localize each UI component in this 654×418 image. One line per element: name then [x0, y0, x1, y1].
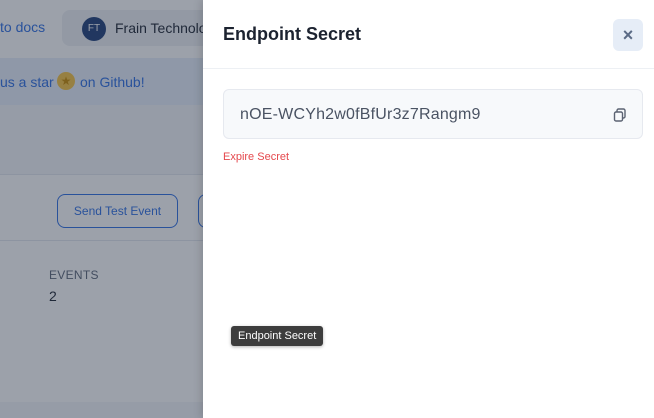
close-icon: × — [622, 25, 634, 45]
endpoint-secret-drawer: Endpoint Secret × nOE-WCYh2w0fBfUr3z7Ran… — [203, 0, 654, 418]
secret-field: nOE-WCYh2w0fBfUr3z7Rangm9 — [223, 89, 643, 139]
drawer-header: Endpoint Secret × — [203, 0, 654, 69]
close-button[interactable]: × — [613, 19, 643, 51]
copy-icon[interactable] — [613, 108, 627, 122]
drawer-title: Endpoint Secret — [223, 24, 362, 44]
secret-value: nOE-WCYh2w0fBfUr3z7Rangm9 — [240, 106, 481, 123]
expire-secret-button[interactable]: Expire Secret — [223, 151, 289, 163]
tooltip: Endpoint Secret — [231, 326, 324, 346]
